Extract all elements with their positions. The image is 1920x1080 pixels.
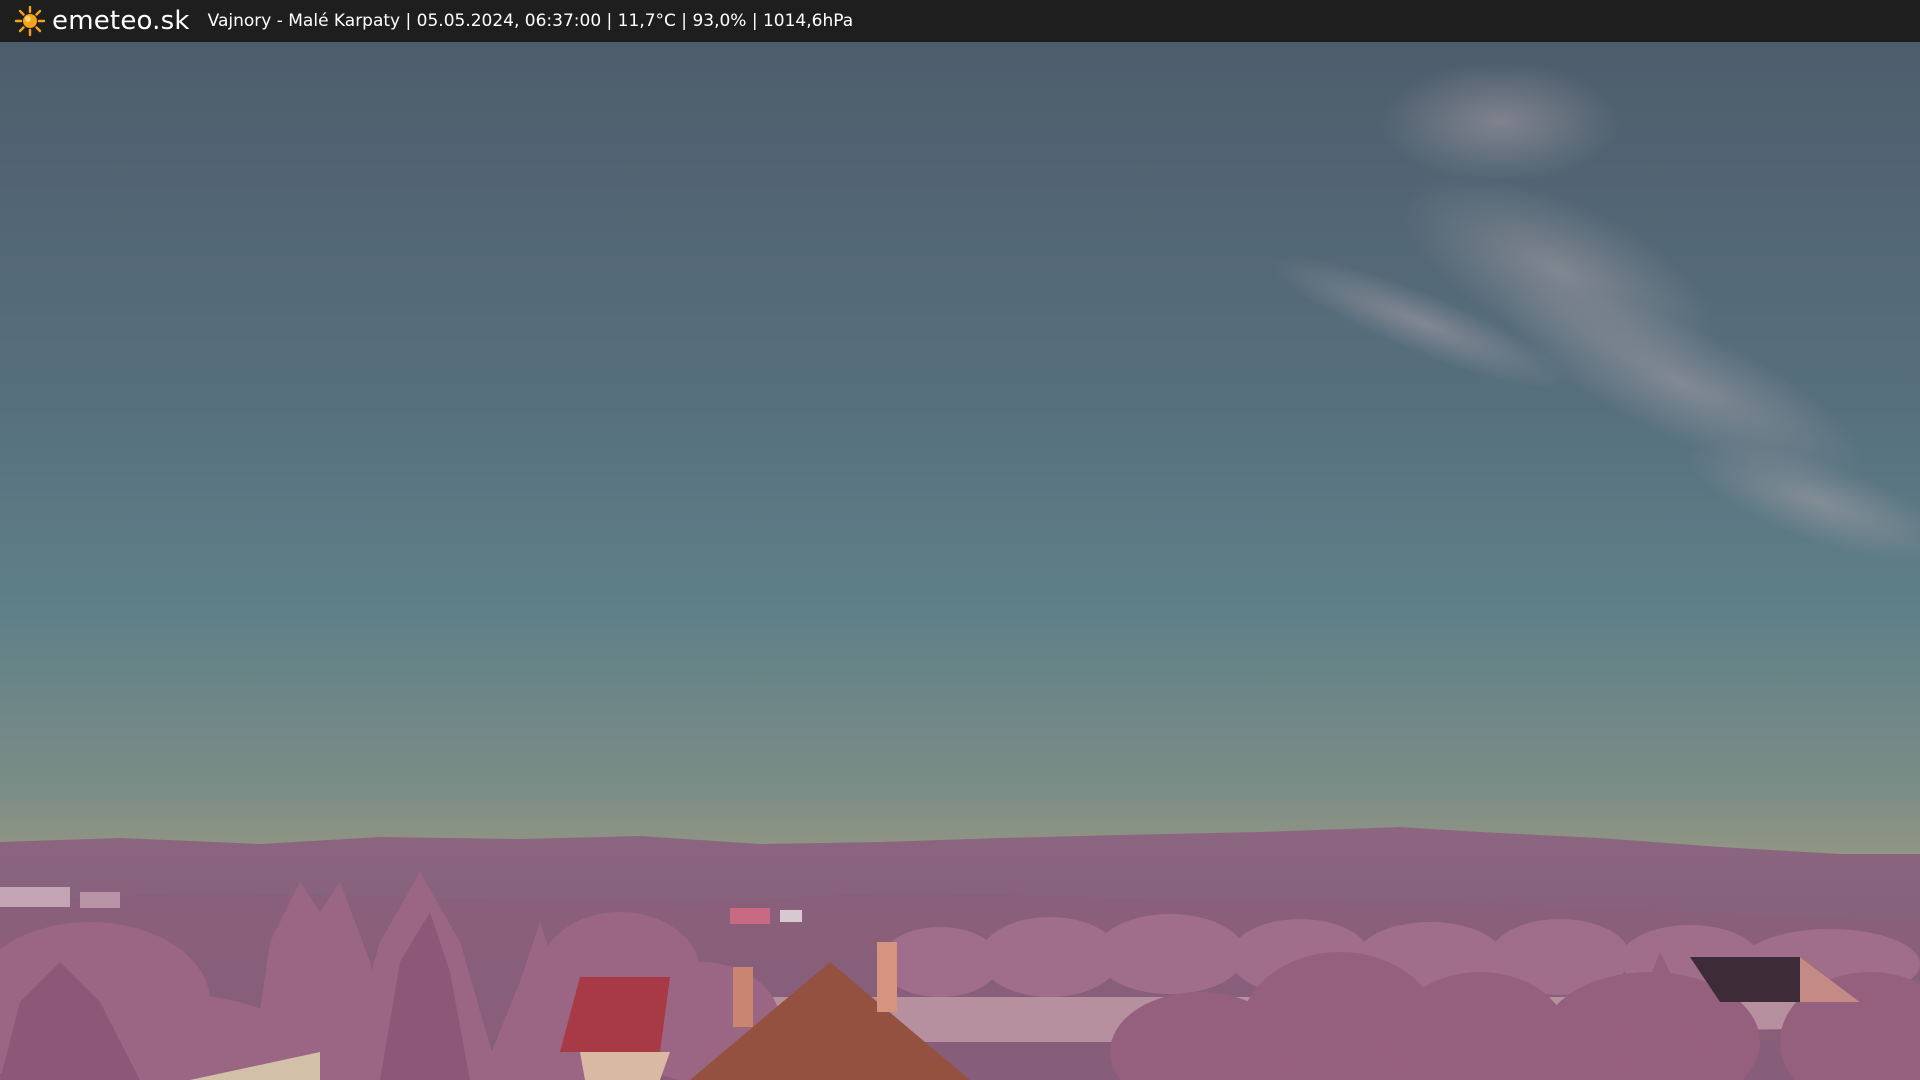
sun-icon — [14, 5, 46, 37]
logo[interactable]: emeteo.sk — [14, 5, 190, 37]
brand-name: emeteo.sk — [52, 6, 190, 36]
webcam-image — [0, 42, 1920, 1080]
title-bar: emeteo.sk Vajnory - Malé Karpaty | 05.05… — [0, 0, 1920, 42]
station-info: Vajnory - Malé Karpaty | 05.05.2024, 06:… — [207, 11, 854, 31]
